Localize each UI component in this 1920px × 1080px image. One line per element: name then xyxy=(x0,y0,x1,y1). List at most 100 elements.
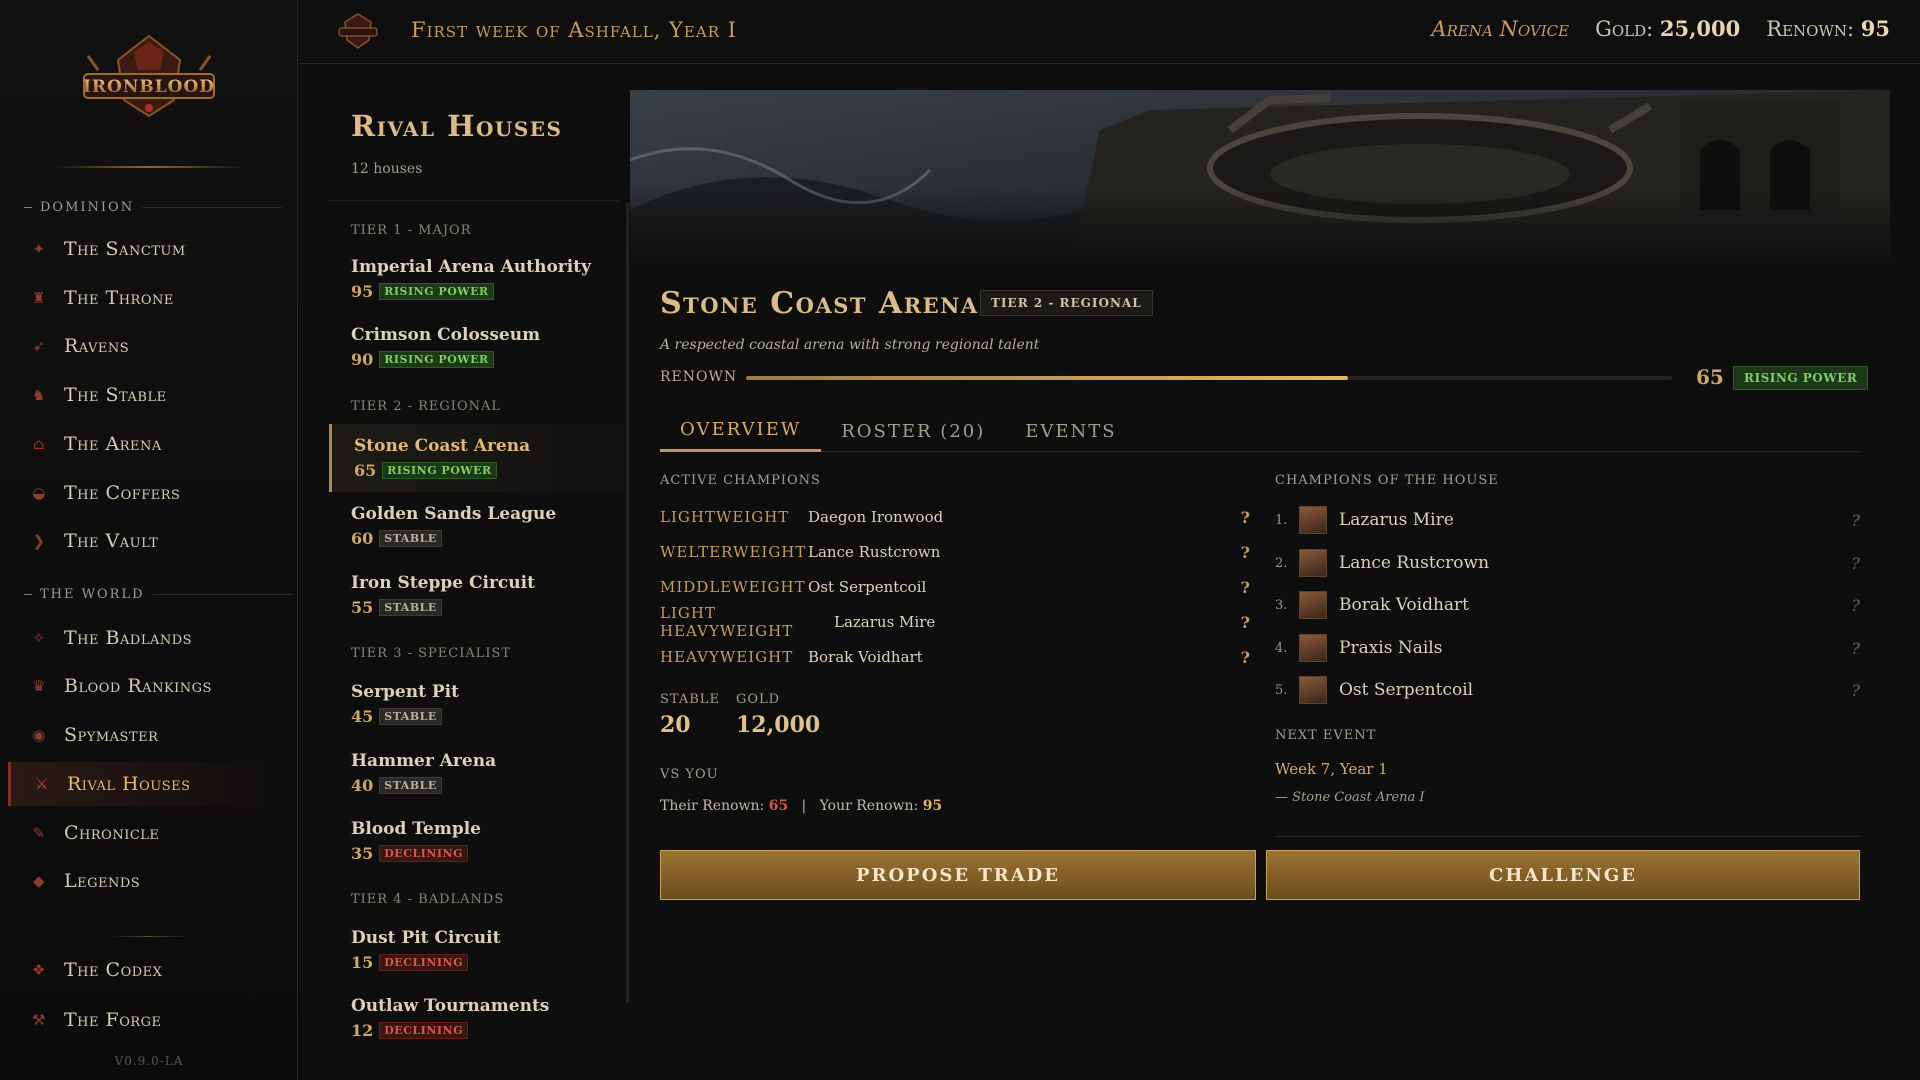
house-renown: 15 xyxy=(351,953,374,972)
sidebar-item-label: The Codex xyxy=(64,959,163,981)
weight-class-row[interactable]: LIGHT HEAVYWEIGHT Lazarus Mire? xyxy=(660,604,1250,640)
renown-status-badge: RISING POWER xyxy=(1733,366,1869,390)
weight-class-row[interactable]: HEAVYWEIGHT Borak Voidhart? xyxy=(660,640,1250,674)
propose-trade-button[interactable]: PROPOSE TRADE xyxy=(660,850,1256,900)
stable-icon: ♞ xyxy=(32,386,46,404)
separator: | xyxy=(801,798,807,814)
sidebar-item-vault[interactable]: ❯ The Vault xyxy=(8,519,290,563)
sidebar-item-badlands[interactable]: ✧ The Badlands xyxy=(8,616,290,660)
vault-icon: ❯ xyxy=(32,532,46,550)
house-item[interactable]: Serpent Pit 45 STABLE xyxy=(329,670,624,738)
house-description: A respected coastal arena with strong re… xyxy=(660,337,1040,353)
champion-row[interactable]: 4. Praxis Nails? xyxy=(1275,627,1860,669)
sidebar-item-label: The Arena xyxy=(64,433,162,455)
champion-row[interactable]: 1. Lazarus Mire? xyxy=(1275,499,1860,541)
sidebar-item-sanctum[interactable]: ✦ The Sanctum xyxy=(8,227,290,271)
champion-index: 3. xyxy=(1275,597,1288,613)
house-item[interactable]: Crimson Colosseum 90 RISING POWER xyxy=(329,313,624,381)
weight-class: WELTERWEIGHT xyxy=(660,543,807,561)
sidebar-item-throne[interactable]: ♜ The Throne xyxy=(8,276,290,320)
champion-row[interactable]: 2. Lance Rustcrown? xyxy=(1275,542,1860,584)
house-name: Serpent Pit xyxy=(351,682,459,702)
sidebar-item-codex[interactable]: ❖ The Codex xyxy=(8,948,290,992)
weight-class-row[interactable]: LIGHTWEIGHT Daegon Ironwood? xyxy=(660,500,1250,534)
status-badge: RISING POWER xyxy=(379,283,494,300)
weight-class-row[interactable]: WELTERWEIGHT Lance Rustcrown? xyxy=(660,535,1250,569)
arena-banner-image xyxy=(630,90,1890,266)
champion-name: Lance Rustcrown xyxy=(1339,553,1490,573)
house-item-selected[interactable]: Stone Coast Arena 65 RISING POWER xyxy=(329,424,624,492)
list-scrollbar[interactable] xyxy=(626,203,629,1003)
sidebar-item-label: Rival Houses xyxy=(67,773,191,795)
renown-comparison: Their Renown: 65 | Your Renown: 95 xyxy=(660,798,942,814)
status-badge: DECLINING xyxy=(379,1022,468,1039)
unknown-icon: ? xyxy=(1240,507,1250,527)
weight-class-row[interactable]: MIDDLEWEIGHT Ost Serpentcoil? xyxy=(660,570,1250,604)
trophy-icon: ♛ xyxy=(32,677,46,695)
challenge-button[interactable]: CHALLENGE xyxy=(1266,850,1860,900)
house-renown: 90 xyxy=(351,350,374,369)
sidebar-item-coffers[interactable]: ◒ The Coffers xyxy=(8,471,290,515)
house-renown: 60 xyxy=(351,529,374,548)
house-renown: 12 xyxy=(351,1021,374,1040)
gold-stat: Gold: 25,000 xyxy=(1595,16,1740,41)
house-item[interactable]: Iron Steppe Circuit 55 STABLE xyxy=(329,561,624,629)
unknown-icon: ? xyxy=(1240,542,1250,562)
sidebar-item-blood-rankings[interactable]: ♛ Blood Rankings xyxy=(8,664,290,708)
game-date: First week of Ashfall, Year I xyxy=(411,18,737,42)
sidebar-item-label: The Vault xyxy=(64,530,159,552)
tab-roster[interactable]: ROSTER (20) xyxy=(821,410,1005,452)
house-renown: 95 xyxy=(351,282,374,301)
next-event-date: Week 7, Year 1 xyxy=(1275,760,1388,778)
sidebar-divider xyxy=(110,936,188,937)
tab-overview[interactable]: OVERVIEW xyxy=(660,410,822,452)
logo-divider xyxy=(52,166,246,168)
house-item[interactable]: Golden Sands League 60 STABLE xyxy=(329,492,624,560)
house-item[interactable]: Imperial Arena Authority 95 RISING POWER xyxy=(329,245,624,313)
eye-icon: ◉ xyxy=(32,726,46,744)
sidebar-item-label: The Throne xyxy=(64,287,174,309)
champion-portrait xyxy=(1299,634,1327,662)
version-label: V0.9.0-LA xyxy=(114,1054,184,1068)
sidebar-item-label: The Sanctum xyxy=(64,238,186,260)
tab-events[interactable]: EVENTS xyxy=(1005,410,1136,452)
house-item[interactable]: Outlaw Tournaments 12 DECLINING xyxy=(329,984,624,1052)
next-event-location: — Stone Coast Arena I xyxy=(1275,790,1425,805)
house-name: Outlaw Tournaments xyxy=(351,996,550,1016)
house-name: Stone Coast Arena xyxy=(354,436,531,456)
house-item[interactable]: Blood Temple 35 DECLINING xyxy=(329,807,624,875)
champion-index: 2. xyxy=(1275,555,1288,571)
sidebar-item-stable[interactable]: ♞ The Stable xyxy=(8,373,290,417)
sidebar-item-forge[interactable]: ⚒ The Forge xyxy=(8,998,290,1042)
sidebar-item-legends[interactable]: ◆ Legends xyxy=(8,859,290,903)
sidebar-item-ravens[interactable]: ➶ Ravens xyxy=(8,324,290,368)
section-divider xyxy=(1275,836,1860,837)
sidebar-item-label: Chronicle xyxy=(64,822,160,844)
champion-portrait xyxy=(1299,549,1327,577)
unknown-icon: ? xyxy=(1240,647,1250,667)
champion-name: Ost Serpentcoil xyxy=(808,578,927,596)
champions-heading: CHAMPIONS OF THE HOUSE xyxy=(1275,473,1499,488)
sidebar-item-chronicle[interactable]: ✎ Chronicle xyxy=(8,811,290,855)
unknown-icon: ? xyxy=(1240,612,1250,632)
player-rank: Arena Novice xyxy=(1431,17,1570,41)
sidebar-item-spymaster[interactable]: ◉ Spymaster xyxy=(8,713,290,757)
house-count: 12 houses xyxy=(351,161,423,177)
champion-row[interactable]: 3. Borak Voidhart? xyxy=(1275,584,1860,626)
champion-row[interactable]: 5. Ost Serpentcoil? xyxy=(1275,669,1860,711)
section-dominion: DOMINION xyxy=(24,200,283,215)
vs-you-heading: VS YOU xyxy=(660,767,719,782)
unknown-icon: ? xyxy=(1851,680,1860,700)
house-item[interactable]: Hammer Arena 40 STABLE xyxy=(329,739,624,807)
detail-tabs: OVERVIEW ROSTER (20) EVENTS xyxy=(660,410,1860,452)
raven-icon: ➶ xyxy=(32,337,46,355)
house-item[interactable]: Dust Pit Circuit 15 DECLINING xyxy=(329,916,624,984)
status-badge: STABLE xyxy=(379,530,442,547)
gold-value: 12,000 xyxy=(736,712,821,738)
champion-name: Lazarus Mire xyxy=(834,613,936,631)
sidebar-item-arena[interactable]: ⌂ The Arena xyxy=(8,422,290,466)
house-renown: 40 xyxy=(351,776,374,795)
ironblood-logo[interactable]: IRONBLOOD xyxy=(78,30,220,122)
rival-houses-list: Rival Houses 12 houses TIER 1 - MAJOR Im… xyxy=(299,65,629,1080)
sidebar-item-rival-houses[interactable]: ⚔ Rival Houses xyxy=(8,762,290,806)
